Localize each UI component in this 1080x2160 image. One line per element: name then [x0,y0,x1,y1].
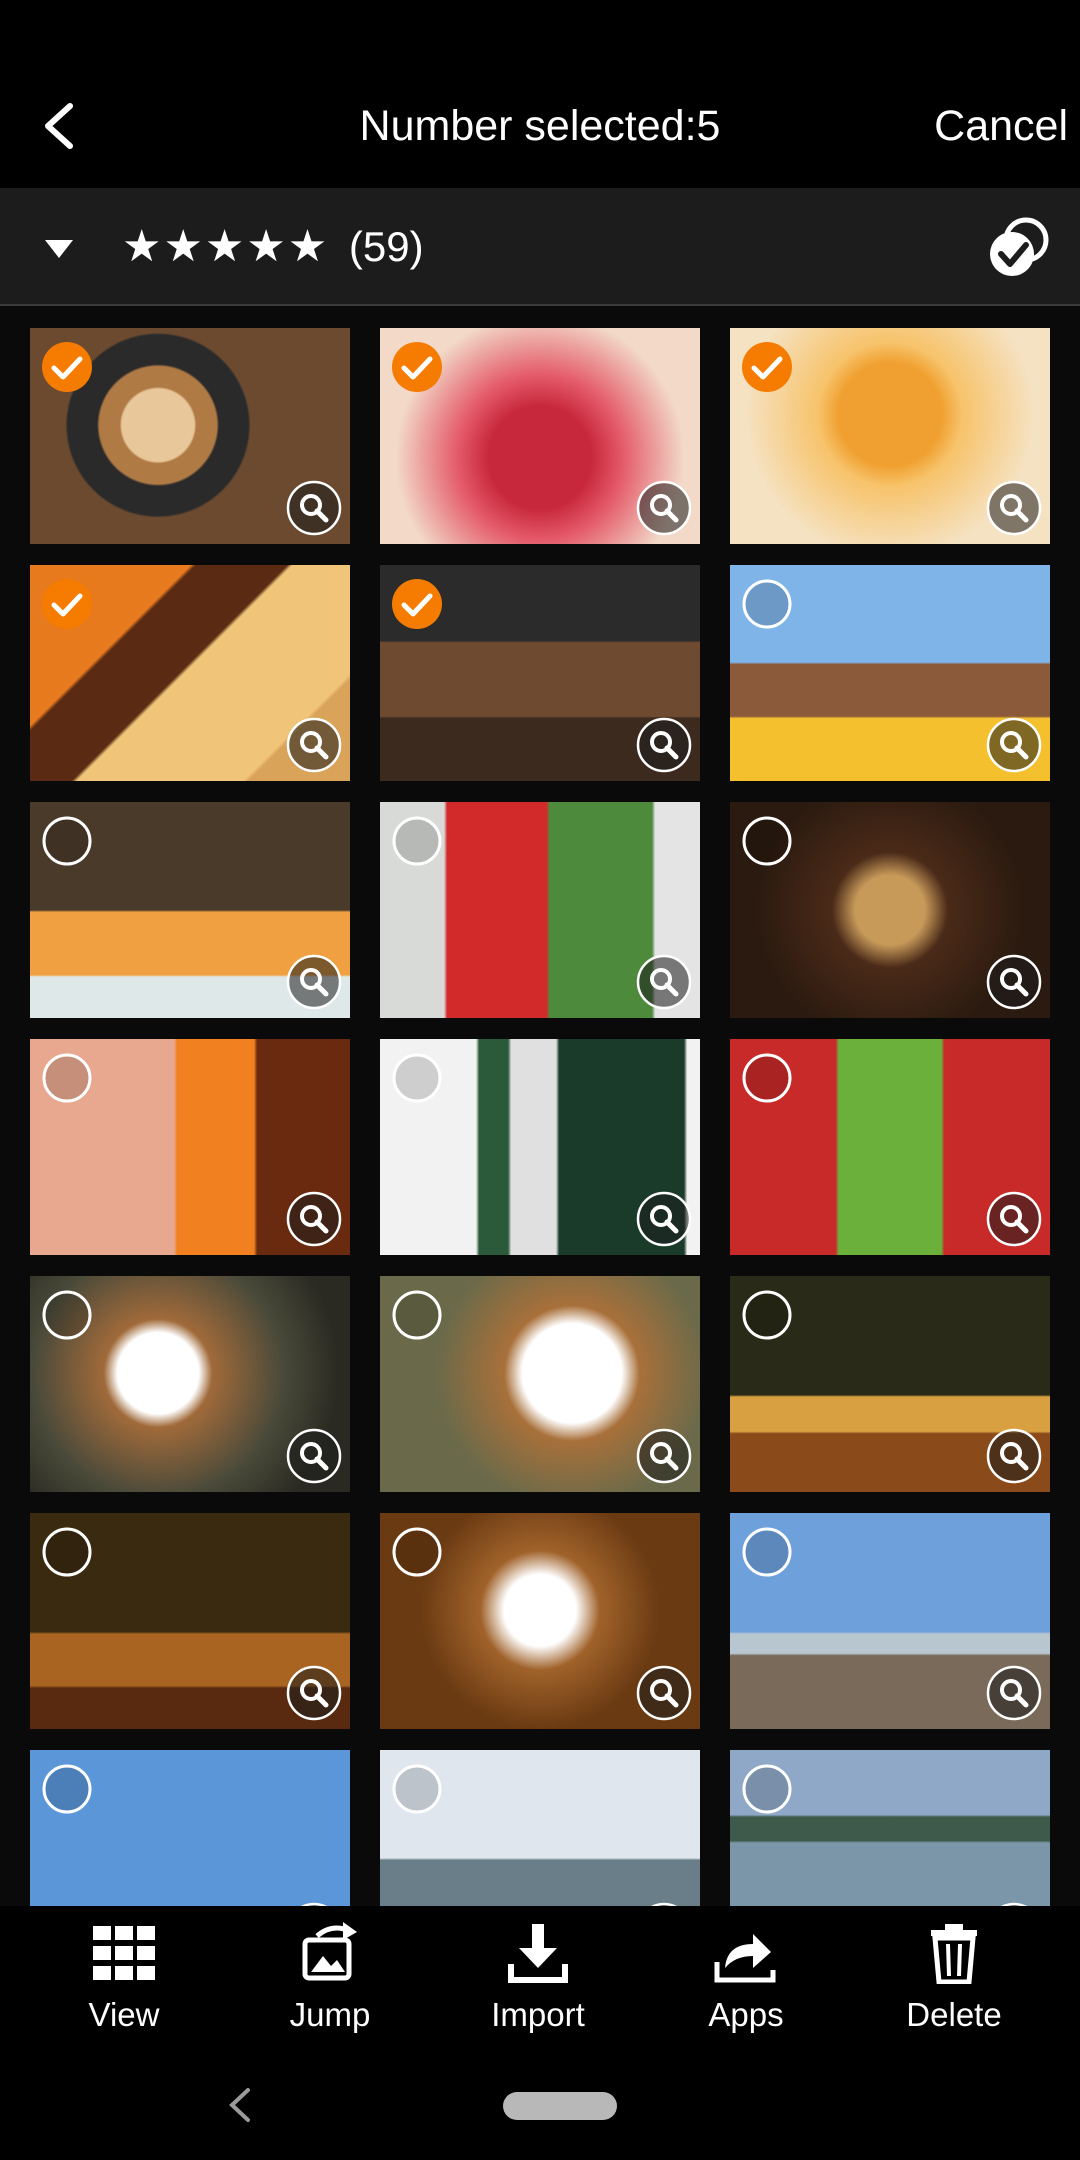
select-all-button[interactable] [984,214,1052,282]
import-button[interactable]: Import [458,1922,618,2042]
nav-home-pill[interactable] [503,2092,617,2120]
photo-tile[interactable] [30,1513,350,1729]
unselected-circle-icon[interactable] [740,814,794,868]
photo-tile[interactable] [380,328,700,544]
rating-stars: ★★★★★ [122,222,330,271]
unselected-circle-icon[interactable] [40,1051,94,1105]
unselected-circle-icon[interactable] [390,1288,444,1342]
zoom-icon[interactable] [636,1665,692,1721]
unselected-circle-icon[interactable] [740,577,794,631]
caret-down-icon[interactable] [42,231,76,265]
download-icon [508,1924,568,1983]
delete-button[interactable]: Delete [874,1922,1034,2042]
zoom-icon[interactable] [986,717,1042,773]
zoom-icon[interactable] [286,1665,342,1721]
app-bar: Number selected:5 Cancel [0,64,1080,188]
select-all-icon [990,217,1049,276]
status-bar [0,0,1080,64]
unselected-circle-icon[interactable] [740,1762,794,1816]
rating-filter[interactable]: ★★★★★ (59) [122,188,424,306]
photo-tile[interactable] [380,1276,700,1492]
zoom-icon[interactable] [286,480,342,536]
cancel-button[interactable]: Cancel [934,64,1068,188]
share-icon [714,1934,776,1983]
unselected-circle-icon[interactable] [40,814,94,868]
photo-tile[interactable] [30,1750,350,1906]
nav-back-icon[interactable] [222,2082,258,2128]
unselected-circle-icon[interactable] [390,1762,444,1816]
apps-button[interactable]: Apps [666,1922,826,2042]
rating-count: (59) [348,223,424,270]
bottom-toolbar: View Jump Import Apps Delete [0,1906,1080,2050]
zoom-icon[interactable] [986,954,1042,1010]
zoom-icon[interactable] [286,1428,342,1484]
photo-tile[interactable] [730,565,1050,781]
photo-tile[interactable] [730,328,1050,544]
zoom-icon[interactable] [636,1428,692,1484]
photo-tile[interactable] [30,328,350,544]
filter-bar: ★★★★★ (59) [0,188,1080,306]
photo-tile[interactable] [380,565,700,781]
view-label: View [88,1996,160,2033]
zoom-icon[interactable] [286,954,342,1010]
photo-tile[interactable] [730,1039,1050,1255]
unselected-circle-icon[interactable] [390,814,444,868]
zoom-icon[interactable] [986,1665,1042,1721]
photo-tile[interactable] [730,1513,1050,1729]
system-nav-bar [0,2050,1080,2160]
grid-view-icon [93,1926,155,1980]
checkmark-selected-icon[interactable] [740,340,794,394]
unselected-circle-icon[interactable] [40,1762,94,1816]
unselected-circle-icon[interactable] [390,1051,444,1105]
photo-tile[interactable] [380,1513,700,1729]
unselected-circle-icon[interactable] [390,1525,444,1579]
jump-label: Jump [289,1996,371,2033]
unselected-circle-icon[interactable] [740,1051,794,1105]
jump-button[interactable]: Jump [250,1922,410,2042]
photo-tile[interactable] [730,1276,1050,1492]
delete-label: Delete [906,1996,1002,2033]
zoom-icon[interactable] [286,1191,342,1247]
import-label: Import [491,1996,585,2033]
checkmark-selected-icon[interactable] [40,577,94,631]
zoom-icon[interactable] [986,1428,1042,1484]
zoom-icon[interactable] [636,480,692,536]
photo-tile[interactable] [380,802,700,1018]
photo-tile[interactable] [30,1039,350,1255]
photo-tile[interactable] [30,565,350,781]
zoom-icon[interactable] [636,954,692,1010]
photo-grid [30,328,1050,1906]
zoom-icon[interactable] [636,717,692,773]
jump-icon [302,1922,357,1981]
photo-tile[interactable] [380,1039,700,1255]
back-button[interactable] [30,94,94,158]
photo-tile[interactable] [30,1276,350,1492]
zoom-icon[interactable] [286,717,342,773]
checkmark-selected-icon[interactable] [40,340,94,394]
unselected-circle-icon[interactable] [40,1288,94,1342]
zoom-icon[interactable] [636,1191,692,1247]
checkmark-selected-icon[interactable] [390,340,444,394]
chevron-left-icon [45,103,73,149]
photo-tile[interactable] [30,802,350,1018]
view-button[interactable]: View [44,1922,204,2042]
unselected-circle-icon[interactable] [40,1525,94,1579]
trash-icon [931,1924,977,1984]
photo-tile[interactable] [380,1750,700,1906]
unselected-circle-icon[interactable] [740,1525,794,1579]
zoom-icon[interactable] [986,480,1042,536]
zoom-icon[interactable] [986,1191,1042,1247]
photo-tile[interactable] [730,1750,1050,1906]
checkmark-selected-icon[interactable] [390,577,444,631]
apps-label: Apps [708,1996,784,2033]
page-title: Number selected:5 [359,102,721,150]
unselected-circle-icon[interactable] [740,1288,794,1342]
photo-tile[interactable] [730,802,1050,1018]
